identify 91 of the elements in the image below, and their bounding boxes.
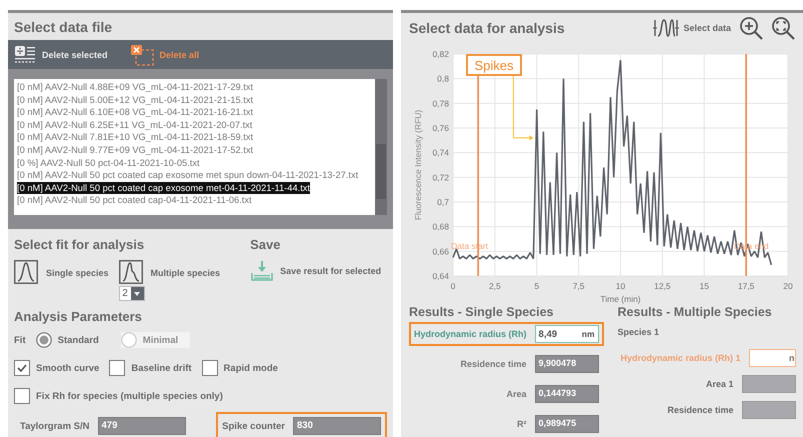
save-result-button[interactable]: Save result for selected <box>250 260 382 282</box>
field-label: Spike counter <box>222 420 285 432</box>
panel-title: Select data for analysis <box>409 20 565 36</box>
input-field[interactable]: 0,989475 <box>534 415 599 433</box>
section-title: Analysis Parameters <box>14 309 143 324</box>
y-axis-title: Fluorescence Intensity (RFU) <box>413 110 423 220</box>
y-tick-label: 0,82 <box>432 49 449 59</box>
x-tick-label: 15 <box>700 281 709 291</box>
input-field[interactable]: 479 <box>98 417 186 435</box>
field-label: Residence time <box>460 359 527 369</box>
check-icon <box>17 364 27 372</box>
input-field[interactable]: 830 <box>293 417 381 435</box>
panel-title: Select data file <box>14 18 112 35</box>
y-tick-label: 0,76 <box>432 123 449 133</box>
y-tick-label: 0,74 <box>432 148 449 158</box>
species-label: Species 1 <box>618 326 660 339</box>
y-tick-label: 0,64 <box>432 271 449 281</box>
input-field[interactable] <box>742 401 796 419</box>
file-list[interactable] <box>14 79 375 215</box>
input-field[interactable]: 8,49 nm <box>534 325 599 343</box>
x-tick-label: 2,5 <box>488 281 501 291</box>
x-square-icon <box>130 44 154 66</box>
file-list-item[interactable]: [0 nM] AAV2-Null 9.77E+09 VG_mL-04-11-2021-17-52.txt <box>17 144 254 157</box>
checkbox[interactable]: Smooth curve <box>14 360 100 376</box>
select-data-button[interactable]: Select data <box>653 17 731 39</box>
section-title: Select fit for analysis <box>14 237 146 252</box>
zoom-fit-icon <box>771 16 795 40</box>
y-tick-label: 0,8 <box>437 74 449 84</box>
field-label: Hydrodynamic radius (Rh) <box>414 329 527 339</box>
unit-label: nm <box>582 329 595 339</box>
checkbox[interactable]: Baseline drift <box>109 360 192 376</box>
arrow <box>512 135 534 140</box>
x-tick-label: 12,5 <box>654 281 671 291</box>
input-field[interactable] <box>742 375 796 393</box>
x-tick-label: 10 <box>616 281 626 291</box>
field-value: 8,49 <box>538 328 558 340</box>
scrollbar[interactable] <box>375 79 387 215</box>
section-title: Results - Multiple Species <box>618 305 773 319</box>
field-label: Hydrodynamic radius (Rh) 1 <box>620 353 741 363</box>
checkbox[interactable]: Fix Rh for species (multiple species only) <box>14 388 223 404</box>
delete-selected-button[interactable]: Delete selected <box>14 44 108 65</box>
input-field[interactable]: n <box>748 349 796 367</box>
bell-curve-icon <box>14 260 38 284</box>
double-peak-curve-icon <box>118 260 143 284</box>
zoom-in-icon <box>739 16 763 40</box>
file-list-item[interactable]: [0 nM] AAV2-Null 50 pct coated cap exosome met spun down-04-11-2021-13-27.txt <box>17 169 358 182</box>
y-tick-label: 0,66 <box>432 246 449 256</box>
file-list-item[interactable]: [0 nM] AAV2-Null 6.25E+11 VG_mL-04-11-2021-20-07.txt <box>17 118 252 132</box>
input-field[interactable]: 9,900478 <box>534 355 599 373</box>
checkbox[interactable]: Rapid mode <box>202 360 278 376</box>
x-tick-label: 5 <box>534 281 540 291</box>
y-tick-label: 0,68 <box>432 222 449 232</box>
unit-label: n <box>789 353 795 363</box>
field-label: R² <box>517 419 527 429</box>
x-tick-label: 20 <box>783 281 793 291</box>
caret-icon <box>134 292 140 296</box>
input-field[interactable]: 0,144793 <box>534 385 599 403</box>
file-list-item[interactable]: [0 nM] AAV2-Null 50 pct coated cap exosome met-04-11-2021-11-44.txt <box>17 182 310 194</box>
field-label: Area 1 <box>706 379 734 389</box>
file-list-item[interactable]: [0 nM] AAV2-Null 5.00E+12 VG_mL-04-11-2021-21-15.txt <box>17 94 254 106</box>
delete-all-button[interactable]: Delete all <box>130 44 200 66</box>
field-label: Taylorgram S/N <box>20 420 90 432</box>
x-axis-title: Time (min) <box>600 294 641 304</box>
file-list-item[interactable]: [0 nM] AAV2-Null 4.88E+09 VG_mL-04-11-2021-17-29.txt <box>17 81 254 94</box>
y-tick-label: 0,7 <box>437 197 449 207</box>
callout-box <box>466 54 522 76</box>
x-tick-label: 0 <box>450 281 456 291</box>
species-count-dropdown[interactable]: 2 <box>118 286 145 301</box>
zoom-fit-button[interactable] <box>771 16 795 40</box>
zoom-in-button[interactable] <box>739 16 763 40</box>
multiple-species-button[interactable]: Multiple species <box>118 260 220 284</box>
list-minus-icon <box>14 44 36 65</box>
radio-button[interactable]: Standard <box>36 332 111 348</box>
leader-line <box>512 74 514 138</box>
y-tick-label: 0,78 <box>432 98 449 108</box>
download-tray-icon <box>250 260 274 282</box>
callout-label: Spikes <box>474 58 514 73</box>
field-label: Fit <box>14 334 26 346</box>
file-list-item[interactable]: [0 nM] AAV2-Null 7.81E+10 VG_mL-04-11-2021-18-59.txt <box>17 131 254 144</box>
file-list-item[interactable]: [0 nM] AAV2-Null 6.10E+08 VG_mL-04-11-2021-16-21.txt <box>17 106 254 119</box>
x-tick-label: 7,5 <box>572 281 585 291</box>
file-list-item[interactable]: [0 %] AAV2-Null 50 pct-04-11-2021-10-05.txt <box>17 156 200 170</box>
section-title: Save <box>250 237 282 252</box>
file-list-item[interactable]: [0 nM] AAV2-Null 50 pct coated cap-04-11-2021-11-06.txt <box>17 194 252 207</box>
single-species-button[interactable]: Single species <box>14 260 109 284</box>
waveform-icon <box>653 17 680 39</box>
section-title: Results - Single Species <box>409 305 554 319</box>
field-label: Residence time <box>668 405 734 415</box>
y-tick-label: 0,72 <box>432 172 449 182</box>
field-label: Area <box>506 389 527 399</box>
x-tick-label: 17,5 <box>738 281 754 291</box>
